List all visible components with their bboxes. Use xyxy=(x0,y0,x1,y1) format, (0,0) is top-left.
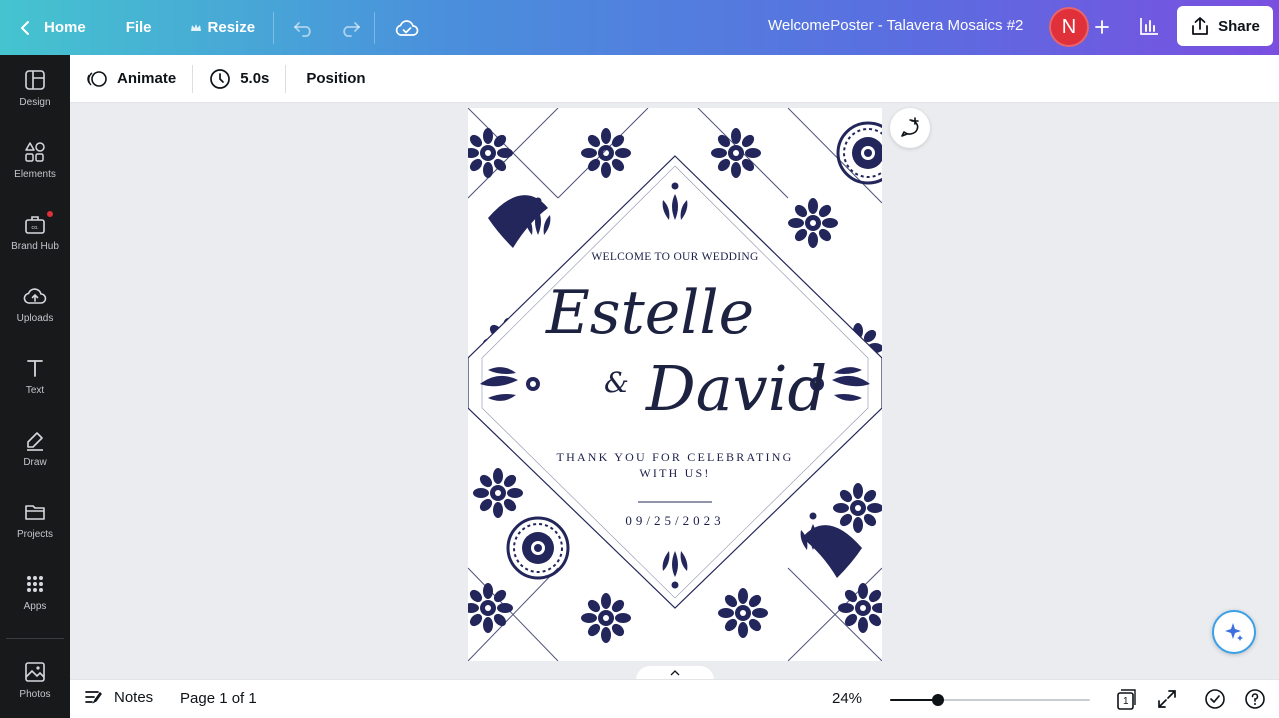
sidebar-item-brand-hub[interactable]: co. Brand Hub xyxy=(0,199,70,263)
sidebar-item-projects[interactable]: Projects xyxy=(0,487,70,551)
cloud-check-icon xyxy=(395,19,419,36)
chevron-up-icon xyxy=(670,670,680,676)
zoom-slider-thumb[interactable] xyxy=(932,694,944,706)
upload-share-icon xyxy=(1192,17,1209,35)
thanks-line-2[interactable]: WITH US! xyxy=(548,466,802,481)
plus-icon xyxy=(1095,20,1109,34)
toolbar-divider xyxy=(273,11,275,44)
image-icon xyxy=(25,662,45,682)
animate-button[interactable]: Animate xyxy=(76,61,186,97)
toolbar-divider xyxy=(285,64,287,93)
animate-icon xyxy=(87,70,107,87)
sidebar-divider xyxy=(6,638,64,639)
zoom-slider[interactable] xyxy=(890,694,1090,706)
sidebar-item-draw[interactable]: Draw xyxy=(0,415,70,479)
svg-text:co.: co. xyxy=(31,225,39,231)
position-button[interactable]: Position xyxy=(296,61,375,97)
sidebar-label: Uploads xyxy=(16,313,54,324)
sidebar-label: Text xyxy=(25,385,45,396)
toolbar-divider xyxy=(374,11,376,44)
sidebar-item-text[interactable]: Text xyxy=(0,343,70,407)
sidebar-label: Brand Hub xyxy=(11,241,59,252)
second-name[interactable]: David xyxy=(646,352,827,425)
cloud-upload-icon xyxy=(23,288,47,304)
sidebar-label: Apps xyxy=(23,601,47,612)
user-avatar[interactable]: N xyxy=(1049,7,1089,47)
file-label: File xyxy=(125,19,152,36)
redo-icon xyxy=(343,21,360,37)
help-button[interactable] xyxy=(1244,688,1266,715)
sidebar-label: Photos xyxy=(19,689,51,700)
undo-icon xyxy=(294,21,311,37)
cloud-sync-button[interactable] xyxy=(389,10,425,46)
text-icon xyxy=(27,360,43,377)
thanks-line-1[interactable]: THANK YOU FOR CELEBRATING xyxy=(548,450,802,465)
invite-button[interactable] xyxy=(1088,10,1116,44)
share-label: Share xyxy=(1218,17,1260,35)
redo-button[interactable] xyxy=(332,10,368,46)
notes-label: Notes xyxy=(114,688,154,706)
sidebar-label: Draw xyxy=(23,457,47,468)
position-label: Position xyxy=(306,70,366,87)
sidebar-item-elements[interactable]: Elements xyxy=(0,127,70,191)
folder-icon xyxy=(25,505,45,520)
sidebar-label: Elements xyxy=(14,169,56,180)
bar-chart-icon xyxy=(1140,18,1158,35)
page-indicator[interactable]: Page 1 of 1 xyxy=(180,690,257,707)
duration-button[interactable]: 5.0s xyxy=(199,61,279,97)
duration-label: 5.0s xyxy=(240,70,270,87)
zoom-slider-fill xyxy=(890,699,938,701)
notification-dot xyxy=(47,211,53,217)
document-title[interactable]: WelcomePoster - Talavera Mosaics #2 xyxy=(768,17,1023,34)
home-label: Home xyxy=(44,19,86,36)
sidebar-label: Design xyxy=(19,97,51,108)
sidebar-item-design[interactable]: Design xyxy=(0,55,70,119)
toolbar-divider xyxy=(192,64,194,93)
sidebar-label: Projects xyxy=(16,529,54,540)
layout-icon xyxy=(25,70,45,90)
comment-plus-icon xyxy=(901,117,919,137)
magic-assistant-button[interactable] xyxy=(1212,610,1256,654)
page-count: 1 xyxy=(1123,696,1129,707)
animate-label: Animate xyxy=(117,70,177,87)
check-circle-icon xyxy=(1205,689,1225,709)
home-button[interactable]: Home xyxy=(10,10,96,46)
sidebar-item-apps[interactable]: Apps xyxy=(0,559,70,623)
welcome-heading[interactable]: WELCOME TO OUR WEDDING xyxy=(568,251,782,263)
insights-button[interactable] xyxy=(1131,8,1167,44)
context-toolbar: Animate 5.0s Position xyxy=(70,55,1279,103)
shapes-icon xyxy=(25,142,45,162)
pen-icon xyxy=(27,432,43,451)
bottom-bar: Notes Page 1 of 1 24% 1 xyxy=(70,679,1279,718)
top-bar: Home File Resize WelcomePoster - Talaver… xyxy=(0,0,1279,55)
design-canvas[interactable]: WELCOME TO OUR WEDDING Estelle & David T… xyxy=(468,108,882,661)
fullscreen-button[interactable] xyxy=(1157,689,1177,714)
crown-icon xyxy=(190,22,202,34)
notes-button[interactable]: Notes xyxy=(84,688,153,706)
sparkle-icon xyxy=(1225,623,1243,641)
briefcase-icon: co. xyxy=(25,216,45,234)
chevron-left-icon xyxy=(20,20,30,36)
page-grid-button[interactable]: 1 xyxy=(1114,688,1138,712)
left-sidebar: Design Elements co. Brand Hub Uploads Te… xyxy=(0,55,70,718)
sidebar-item-photos[interactable]: Photos xyxy=(0,647,70,711)
zoom-percentage[interactable]: 24% xyxy=(832,690,862,707)
undo-button[interactable] xyxy=(286,10,322,46)
sidebar-item-uploads[interactable]: Uploads xyxy=(0,271,70,335)
ampersand[interactable]: & xyxy=(604,366,629,399)
expand-icon xyxy=(1158,690,1176,708)
add-comment-button[interactable] xyxy=(890,108,930,148)
share-button[interactable]: Share xyxy=(1177,6,1273,46)
resize-button[interactable]: Resize xyxy=(180,10,266,46)
help-icon xyxy=(1245,689,1265,709)
show-pages-tab[interactable] xyxy=(636,666,714,680)
resize-label: Resize xyxy=(207,19,256,36)
grid-icon xyxy=(27,576,43,592)
notes-icon xyxy=(85,691,102,704)
clock-icon xyxy=(210,68,231,89)
file-menu-button[interactable]: File xyxy=(116,10,162,46)
check-feedback-button[interactable] xyxy=(1204,688,1226,715)
first-name[interactable]: Estelle xyxy=(546,278,754,348)
wedding-date[interactable]: 09/25/2023 xyxy=(568,513,782,529)
